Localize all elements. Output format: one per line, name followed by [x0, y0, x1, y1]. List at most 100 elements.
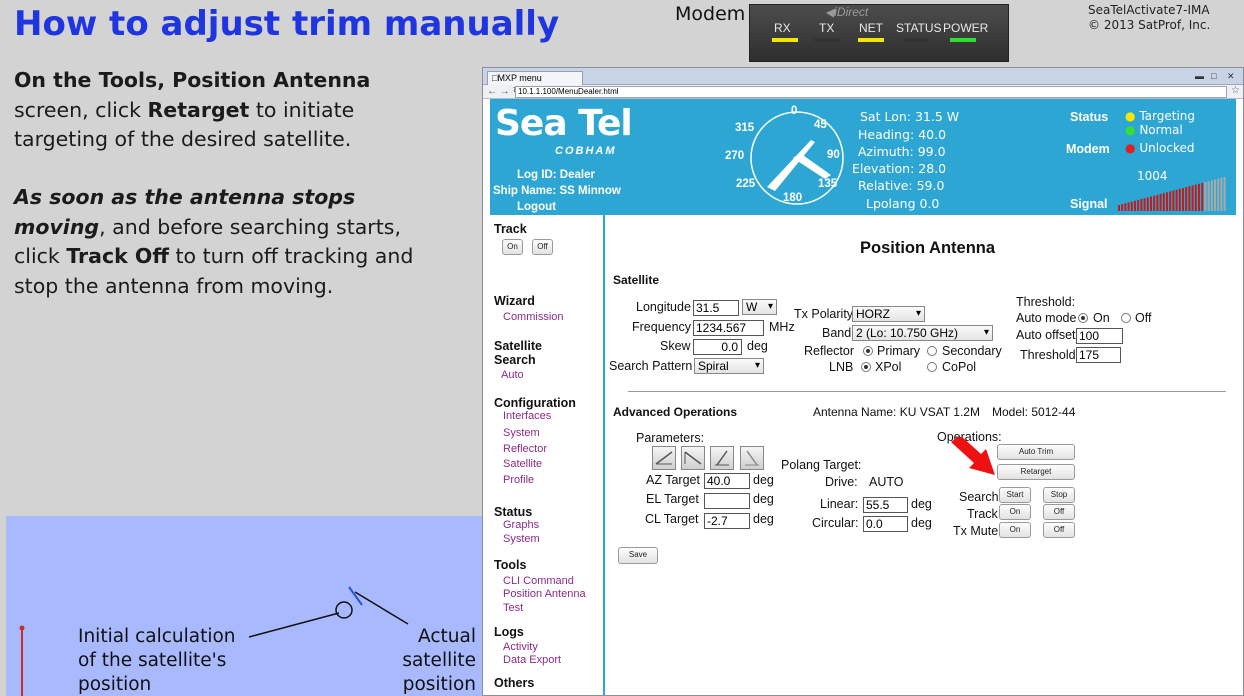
led-tx: [814, 38, 840, 42]
compass-225: 225: [736, 178, 756, 190]
sidebar-item-data-export[interactable]: Data Export: [503, 654, 561, 666]
reflector-secondary-radio[interactable]: [927, 346, 937, 356]
search-stop-button[interactable]: Stop: [1043, 487, 1075, 503]
track-on-button[interactable]: On: [502, 239, 523, 255]
az-target-input[interactable]: 40.0: [704, 473, 750, 489]
close-icon[interactable]: ✕: [1227, 71, 1235, 82]
hemisphere-select[interactable]: W: [742, 299, 777, 315]
compass-270: 270: [725, 150, 745, 162]
sidebar-item-profile[interactable]: Profile: [503, 474, 534, 486]
logout-link[interactable]: Logout: [517, 201, 556, 213]
back-icon[interactable]: ←: [487, 86, 497, 97]
satellite-position-diagram: Initial calculation of the satellite's p…: [6, 516, 482, 696]
sidebar-logs-heading: Logs: [494, 625, 524, 639]
modem-led-panel: ◀iDirect RX TX NET STATUS POWER: [749, 4, 1009, 62]
track-off-control[interactable]: Off: [1043, 504, 1075, 520]
sidebar-item-cli-command[interactable]: CLI Command: [503, 575, 574, 587]
elevation: Elevation: 28.0: [852, 161, 947, 176]
lnb-xpol-radio[interactable]: [861, 362, 871, 372]
param-button-1[interactable]: [652, 446, 676, 470]
led-power: [950, 38, 976, 42]
sidebar-item-commission[interactable]: Commission: [503, 311, 564, 323]
signal-bar: [1156, 194, 1159, 211]
band-label: Band: [822, 326, 852, 340]
led-label-tx: TX: [819, 21, 835, 35]
maximize-icon[interactable]: □: [1211, 71, 1216, 82]
browser-tab[interactable]: □MXP menu: [487, 71, 583, 85]
sidebar-item-status-system[interactable]: System: [503, 533, 540, 545]
search-pattern-select[interactable]: Spiral: [694, 358, 764, 374]
url-field[interactable]: 10.1.1.100/MenuDealer.html: [515, 86, 1227, 98]
initial-calculation-label: Initial calculation of the satellite's p…: [78, 625, 236, 696]
param-button-4[interactable]: [740, 446, 764, 470]
auto-trim-button[interactable]: Auto Trim: [997, 444, 1075, 460]
tx-mute-on-button[interactable]: On: [999, 522, 1031, 538]
linear-input[interactable]: 55.5: [863, 497, 908, 513]
instruction-keyword: Retarget: [147, 97, 250, 122]
search-start-button[interactable]: Start: [999, 487, 1031, 503]
longitude-input[interactable]: 31.5: [693, 300, 739, 316]
signal-bar-graph: [1118, 176, 1226, 211]
status-text: Unlocked: [1139, 141, 1195, 155]
param-button-3[interactable]: [710, 446, 734, 470]
signal-bar: [1204, 182, 1207, 211]
section-divider: [628, 391, 1226, 392]
save-button[interactable]: Save: [618, 547, 658, 564]
sidebar-item-reflector[interactable]: Reflector: [503, 443, 547, 455]
signal-bar: [1124, 203, 1127, 211]
status-targeting: ● Targeting: [1125, 109, 1195, 123]
position-antenna-panel: Position Antenna Satellite Longitude 31.…: [607, 215, 1243, 695]
lnb-copol-radio[interactable]: [927, 362, 937, 372]
track-off-button[interactable]: Off: [532, 239, 553, 255]
frequency-input[interactable]: 1234.567: [693, 320, 764, 336]
retarget-button[interactable]: Retarget: [997, 464, 1075, 480]
track-on-control[interactable]: On: [999, 504, 1031, 520]
threshold-label: Threshold: [1020, 348, 1076, 362]
sidebar-item-position-antenna[interactable]: Position Antenna: [503, 588, 586, 600]
longitude-label: Longitude: [636, 300, 691, 314]
sidebar-item-test[interactable]: Test: [503, 602, 523, 614]
forward-icon[interactable]: →: [500, 86, 510, 97]
auto-mode-off-radio[interactable]: [1121, 313, 1131, 323]
bookmark-star-icon[interactable]: ☆: [1231, 85, 1240, 96]
sidebar-item-system[interactable]: System: [503, 427, 540, 439]
el-target-input[interactable]: [704, 493, 750, 509]
auto-offset-input[interactable]: 100: [1076, 328, 1123, 344]
drive-value: AUTO: [869, 475, 904, 489]
led-label-net: NET: [859, 21, 883, 35]
diagram-label-line: position: [78, 674, 152, 695]
search-pattern-label: Search Pattern: [609, 359, 693, 373]
led-label-rx: RX: [774, 21, 791, 35]
tx-mute-off-button[interactable]: Off: [1043, 522, 1075, 538]
signal-bar: [1188, 186, 1191, 211]
threshold-input[interactable]: 175: [1076, 347, 1121, 363]
signal-bar: [1207, 181, 1210, 211]
sidebar-item-activity[interactable]: Activity: [503, 641, 538, 653]
sidebar-item-auto[interactable]: Auto: [501, 369, 524, 381]
sidebar-tools-heading: Tools: [494, 558, 527, 572]
course-code: SeaTelActivate7-IMA: [1088, 3, 1210, 17]
instruction-line: stop the antenna from moving.: [14, 273, 334, 298]
cl-target-input[interactable]: -2.7: [704, 513, 750, 529]
band-select[interactable]: 2 (Lo: 10.750 GHz): [852, 325, 993, 341]
actual-position-label: Actual satellite position: [394, 625, 476, 696]
status-text: Normal: [1139, 123, 1183, 137]
signal-bar: [1130, 201, 1133, 211]
antenna-model: Model: 5012-44: [992, 405, 1076, 419]
auto-mode-on-radio[interactable]: [1078, 313, 1088, 323]
signal-bar: [1153, 195, 1156, 211]
param-button-2[interactable]: [681, 446, 705, 470]
sidebar-item-satellite[interactable]: Satellite: [503, 458, 542, 470]
tx-polarity-select[interactable]: HORZ: [852, 306, 925, 322]
status-dot-icon: ●: [1125, 123, 1136, 137]
cobham-logo: COBHAM: [555, 145, 617, 157]
linear-unit: deg: [911, 497, 932, 511]
sidebar-item-graphs[interactable]: Graphs: [503, 519, 539, 531]
circular-input[interactable]: 0.0: [863, 516, 908, 532]
led-label-status: STATUS: [896, 21, 942, 35]
sidebar-item-interfaces[interactable]: Interfaces: [503, 410, 551, 422]
reflector-primary-radio[interactable]: [863, 346, 873, 356]
skew-input[interactable]: 0.0: [693, 339, 742, 355]
red-arrow-icon: [951, 437, 995, 475]
minimize-icon[interactable]: ▬: [1195, 71, 1204, 82]
